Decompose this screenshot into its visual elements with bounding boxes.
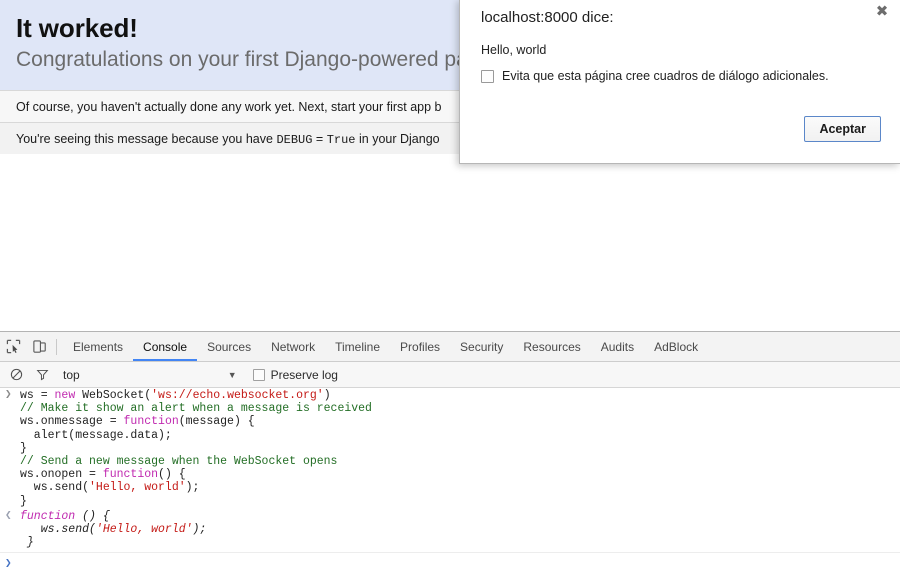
preserve-log-checkbox[interactable] xyxy=(252,368,265,381)
tab-audits[interactable]: Audits xyxy=(591,332,644,361)
code-token: WebSocket( xyxy=(75,389,152,402)
code-token: // Make it show an alert when a message … xyxy=(20,402,372,416)
code-token: ) xyxy=(323,389,331,402)
browser-window: It worked! Congratulations on your first… xyxy=(0,0,900,575)
device-toolbar-icon[interactable] xyxy=(26,334,52,360)
code-line: alert(message.data); xyxy=(20,429,900,442)
tab-resources[interactable]: Resources xyxy=(513,332,590,361)
note-debug-text-a: You're seeing this message because you h… xyxy=(16,132,277,146)
code-line: // Make it show an alert when a message … xyxy=(20,402,900,415)
code-line: } xyxy=(20,495,900,508)
clear-console-icon[interactable] xyxy=(3,362,29,388)
note-next-steps-text: Of course, you haven't actually done any… xyxy=(16,100,442,114)
console-input-message[interactable]: ❯ ws = new WebSocket('ws://echo.websocke… xyxy=(0,388,900,509)
code-token: } xyxy=(20,441,27,455)
tab-sources[interactable]: Sources xyxy=(197,332,261,361)
preserve-log-label: Preserve log xyxy=(270,367,338,382)
tab-profiles[interactable]: Profiles xyxy=(390,332,450,361)
code-token: } xyxy=(20,536,34,550)
close-icon[interactable]: ✖ xyxy=(872,2,892,22)
code-line: function () { xyxy=(20,510,900,523)
code-token: ws.onopen = xyxy=(20,468,103,482)
code-token: alert(message.data); xyxy=(20,428,172,442)
code-line: ws.onmessage = function(message) { xyxy=(20,415,900,428)
code-token: ws.send( xyxy=(20,523,96,537)
code-line: ws.send('Hello, world'); xyxy=(20,523,900,536)
code-token: ws.onmessage = xyxy=(20,415,124,429)
console-output[interactable]: ❯ ws = new WebSocket('ws://echo.websocke… xyxy=(0,388,900,575)
console-filter-bar: top ▼ Preserve log xyxy=(0,362,900,388)
code-token: ws = xyxy=(20,389,55,402)
output-marker-icon: ❮ xyxy=(5,509,12,522)
code-token: function xyxy=(123,415,179,429)
code-token: () { xyxy=(75,509,110,523)
code-token: function xyxy=(102,468,159,482)
code-token: 'Hello, world' xyxy=(95,523,193,537)
debug-value-code: True xyxy=(326,133,356,147)
devtools-tabbar: Elements Console Sources Network Timelin… xyxy=(0,332,900,362)
code-token: // Send a new message when the WebSocket… xyxy=(20,455,338,469)
preserve-log-row[interactable]: Preserve log xyxy=(252,367,338,382)
tab-network[interactable]: Network xyxy=(261,332,325,361)
code-line: // Send a new message when the WebSocket… xyxy=(20,455,900,468)
code-line: ws.onopen = function() { xyxy=(20,468,900,481)
filter-icon[interactable] xyxy=(29,362,55,388)
accept-button[interactable]: Aceptar xyxy=(804,116,881,142)
code-token: (message) { xyxy=(178,415,255,429)
tab-console[interactable]: Console xyxy=(133,332,198,361)
code-token: } xyxy=(20,494,27,508)
console-prompt[interactable]: ❯ xyxy=(0,553,900,575)
code-token: function xyxy=(20,509,76,523)
debug-setting-code: DEBUG xyxy=(276,133,313,147)
tab-timeline[interactable]: Timeline xyxy=(325,332,390,361)
execution-context-selector[interactable]: top xyxy=(63,368,80,382)
suppress-dialogs-checkbox[interactable] xyxy=(481,69,494,83)
toolbar-divider xyxy=(56,338,57,355)
tab-adblock[interactable]: AdBlock xyxy=(644,332,708,361)
suppress-dialogs-label: Evita que esta página cree cuadros de di… xyxy=(502,69,829,83)
tab-elements[interactable]: Elements xyxy=(63,332,133,361)
code-line: } xyxy=(20,536,900,549)
dialog-message: Hello, world xyxy=(481,43,547,57)
code-token: ws.send( xyxy=(20,481,90,495)
code-token: ); xyxy=(192,523,207,537)
code-token: new xyxy=(54,389,76,402)
chevron-down-icon[interactable]: ▼ xyxy=(228,370,237,380)
code-line: } xyxy=(20,442,900,455)
code-token: () { xyxy=(158,468,186,482)
note-debug-equals: = xyxy=(312,132,327,146)
inspect-element-icon[interactable] xyxy=(0,334,26,360)
dialog-title: localhost:8000 dice: xyxy=(481,9,614,26)
prompt-chevron-icon: ❯ xyxy=(5,557,12,570)
javascript-alert-dialog: ✖ localhost:8000 dice: Hello, world Evit… xyxy=(459,0,900,164)
page-body-blank xyxy=(0,154,900,330)
console-input-lines: ws = new WebSocket('ws://echo.websocket.… xyxy=(20,389,900,508)
code-token: 'Hello, world' xyxy=(89,481,186,495)
code-line: ws.send('Hello, world'); xyxy=(20,481,900,494)
note-debug-text-b: in your Django xyxy=(355,132,440,146)
code-token: ); xyxy=(185,481,200,495)
console-output-message[interactable]: ❮ function () { ws.send('Hello, world');… xyxy=(0,509,900,554)
console-output-lines: function () { ws.send('Hello, world'); } xyxy=(20,510,900,550)
devtools-panel: Elements Console Sources Network Timelin… xyxy=(0,331,900,575)
suppress-dialogs-checkbox-row[interactable]: Evita que esta página cree cuadros de di… xyxy=(481,69,829,83)
code-line: ws = new WebSocket('ws://echo.websocket.… xyxy=(20,389,900,402)
code-token: 'ws://echo.websocket.org' xyxy=(151,389,324,402)
input-marker-icon: ❯ xyxy=(5,389,12,401)
tab-security[interactable]: Security xyxy=(450,332,513,361)
